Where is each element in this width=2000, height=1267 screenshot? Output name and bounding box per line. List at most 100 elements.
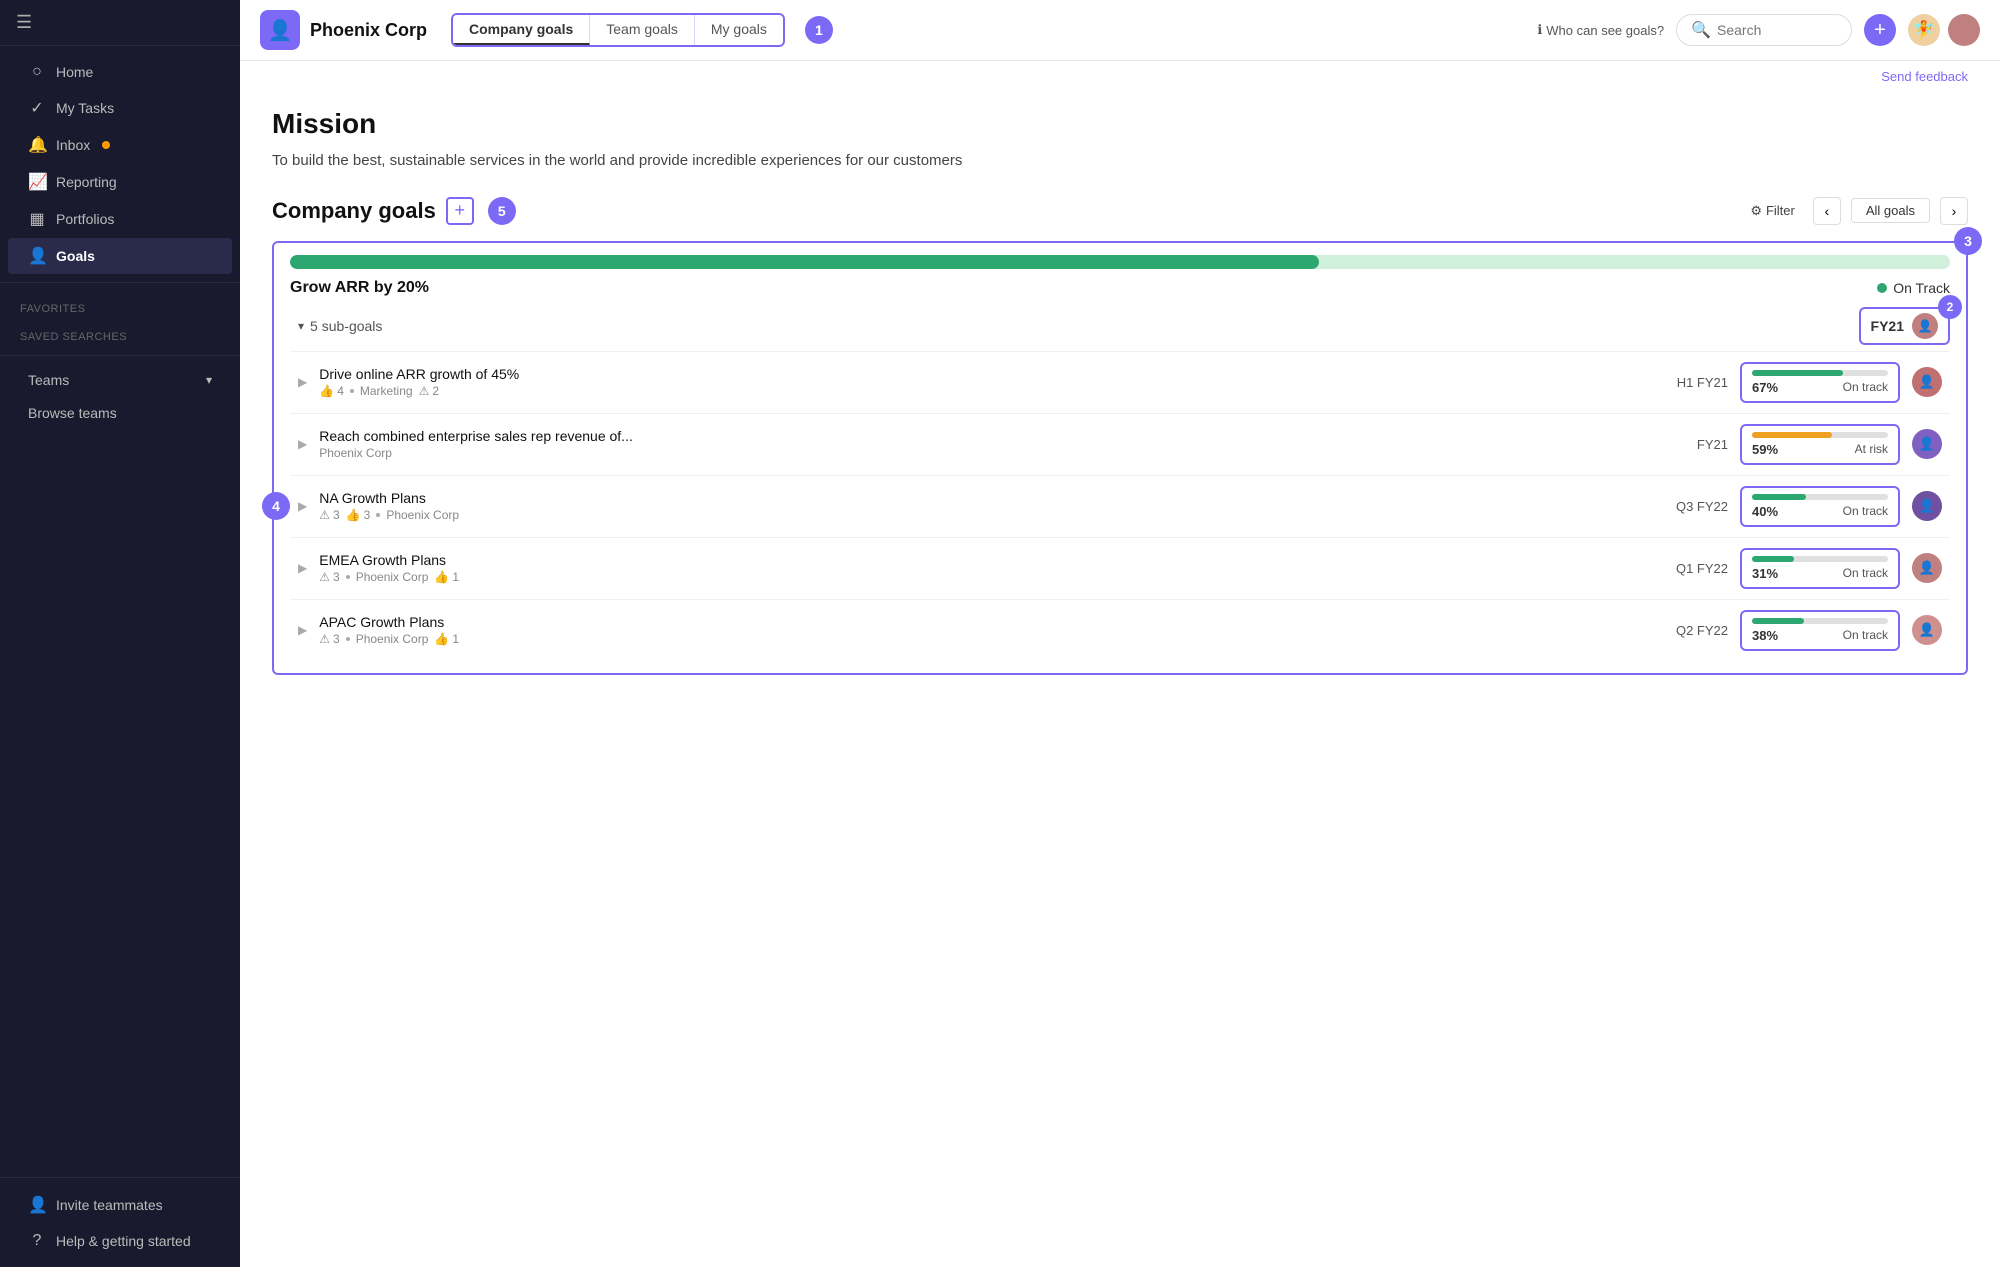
goal-team: Phoenix Corp	[319, 446, 392, 460]
like-count: 👍 1	[434, 632, 459, 646]
add-button[interactable]: +	[1864, 14, 1896, 46]
on-track-status: On Track	[1877, 280, 1950, 296]
goal-status: On track	[1843, 628, 1888, 642]
search-box[interactable]: 🔍	[1676, 14, 1852, 46]
tab-company-goals[interactable]: Company goals	[453, 15, 590, 45]
sidebar-item-my-tasks[interactable]: ✓ My Tasks	[8, 90, 232, 126]
like-count: 👍 4	[319, 384, 344, 398]
goal-status: On track	[1843, 380, 1888, 394]
goal-period: H1 FY21	[1677, 375, 1728, 390]
annotation-2: 2	[1938, 295, 1962, 319]
goal-name: APAC Growth Plans	[319, 614, 1664, 630]
annotation-5: 5	[488, 197, 516, 225]
goal-avatar: 👤	[1912, 553, 1942, 583]
progress-bar-fill	[290, 255, 1319, 269]
mini-bar-track	[1752, 618, 1888, 624]
favorites-section: Favorites	[0, 291, 240, 319]
prev-arrow-button[interactable]: ‹	[1813, 197, 1841, 225]
search-icon: 🔍	[1691, 20, 1711, 40]
send-feedback-link[interactable]: Send feedback	[272, 61, 1968, 92]
sidebar-item-portfolios[interactable]: ▦ Portfolios	[8, 201, 232, 237]
goal-meta: ⚠ 3 Phoenix Corp 👍 1	[319, 632, 1664, 646]
main-goal-title: Grow ARR by 20%	[290, 279, 429, 297]
expand-icon[interactable]: ▶	[298, 623, 307, 637]
goal-status: On track	[1843, 566, 1888, 580]
goal-progress: 67% On track	[1740, 362, 1900, 403]
status-dot	[1877, 283, 1887, 293]
filter-button[interactable]: ⚙ Filter	[1742, 199, 1803, 223]
table-row: ▶ NA Growth Plans ⚠ 3 👍 3 Phoenix Corp Q…	[290, 475, 1950, 537]
sidebar-item-reporting[interactable]: 📈 Reporting	[8, 164, 232, 200]
goal-name: Reach combined enterprise sales rep reve…	[319, 428, 1685, 444]
goal-info: Reach combined enterprise sales rep reve…	[319, 428, 1685, 460]
goal-period: Q2 FY22	[1676, 623, 1728, 638]
sidebar-header: ☰	[0, 0, 240, 46]
mini-bar-fill	[1752, 494, 1806, 500]
table-row: ▶ Drive online ARR growth of 45% 👍 4 Mar…	[290, 351, 1950, 413]
goal-name: EMEA Growth Plans	[319, 552, 1664, 568]
info-icon: ℹ	[1537, 22, 1542, 38]
expand-icon[interactable]: ▶	[298, 437, 307, 451]
sidebar-item-label: Home	[56, 64, 93, 80]
goal-team: Phoenix Corp	[356, 570, 429, 584]
goal-info: EMEA Growth Plans ⚠ 3 Phoenix Corp 👍 1	[319, 552, 1664, 584]
sidebar-item-home[interactable]: ○ Home	[8, 55, 232, 89]
grow-arr-row: Grow ARR by 20% On Track	[290, 279, 1950, 297]
invite-icon: 👤	[28, 1195, 46, 1215]
progress-bar-track	[290, 255, 1950, 269]
table-row: ▶ Reach combined enterprise sales rep re…	[290, 413, 1950, 475]
expand-icon[interactable]: ▶	[298, 561, 307, 575]
goal-meta: Phoenix Corp	[319, 446, 1685, 460]
goals-tabs: Company goals Team goals My goals	[451, 13, 785, 47]
home-icon: ○	[28, 63, 46, 81]
fy21-badge: 2 FY21 👤	[1859, 307, 1950, 345]
like-count: 👍 3	[346, 508, 371, 522]
goals-add-button[interactable]: +	[446, 197, 474, 225]
warning-count: ⚠ 3	[319, 632, 339, 646]
all-goals-button[interactable]: All goals	[1851, 198, 1930, 223]
sidebar-nav: ○ Home ✓ My Tasks 🔔 Inbox 📈 Reporting ▦ …	[0, 46, 240, 1177]
mission-text: To build the best, sustainable services …	[272, 150, 972, 173]
inbox-badge	[102, 141, 110, 149]
mission-title: Mission	[272, 108, 1968, 140]
topbar-right: ℹ Who can see goals? 🔍 + 🧚	[1537, 14, 1980, 46]
sidebar-item-goals[interactable]: 👤 Goals	[8, 238, 232, 274]
mission-section: Mission To build the best, sustainable s…	[272, 92, 1968, 197]
sidebar-item-inbox[interactable]: 🔔 Inbox	[8, 127, 232, 163]
goal-info: APAC Growth Plans ⚠ 3 Phoenix Corp 👍 1	[319, 614, 1664, 646]
table-row: ▶ EMEA Growth Plans ⚠ 3 Phoenix Corp 👍 1…	[290, 537, 1950, 599]
goal-pct: 31%	[1752, 566, 1778, 581]
sub-goals-header: ▾ 5 sub-goals 2 FY21 👤	[290, 297, 1950, 351]
user-avatar[interactable]	[1948, 14, 1980, 46]
next-arrow-button[interactable]: ›	[1940, 197, 1968, 225]
goal-progress: 38% On track	[1740, 610, 1900, 651]
goal-progress: 40% On track	[1740, 486, 1900, 527]
sidebar-item-invite[interactable]: 👤 Invite teammates	[8, 1187, 232, 1223]
sub-goals-list: 4 ▶ Drive online ARR growth of 45% 👍 4 M…	[290, 351, 1950, 661]
check-icon: ✓	[28, 98, 46, 118]
sidebar-item-teams[interactable]: Teams ▾	[8, 364, 232, 396]
status-label: On Track	[1893, 280, 1950, 296]
goals-filter-area: ⚙ Filter ‹ All goals ›	[1742, 197, 1968, 225]
help-icon: ?	[28, 1232, 46, 1250]
hamburger-icon[interactable]: ☰	[16, 12, 32, 33]
expand-icon[interactable]: ▶	[298, 375, 307, 389]
search-input[interactable]	[1717, 22, 1837, 38]
tab-team-goals[interactable]: Team goals	[590, 15, 695, 45]
tab-my-goals[interactable]: My goals	[695, 15, 783, 45]
sidebar-item-help[interactable]: ? Help & getting started	[8, 1224, 232, 1258]
who-can-see-button[interactable]: ℹ Who can see goals?	[1537, 22, 1664, 38]
mini-bar-fill	[1752, 370, 1843, 376]
expand-icon[interactable]: ▶	[298, 499, 307, 513]
goal-avatar: 👤	[1912, 367, 1942, 397]
annotation-3: 3	[1954, 227, 1982, 255]
org-name: Phoenix Corp	[310, 20, 427, 41]
who-can-see-label: Who can see goals?	[1546, 23, 1664, 38]
goal-team: Phoenix Corp	[356, 632, 429, 646]
sidebar-item-browse-teams[interactable]: Browse teams	[8, 397, 232, 429]
mini-bar-track	[1752, 370, 1888, 376]
fy21-label: FY21	[1871, 318, 1904, 334]
goal-pct: 67%	[1752, 380, 1778, 395]
goals-header: Company goals + 5 ⚙ Filter ‹ All goals ›	[272, 197, 1968, 225]
grid-icon: ▦	[28, 209, 46, 229]
